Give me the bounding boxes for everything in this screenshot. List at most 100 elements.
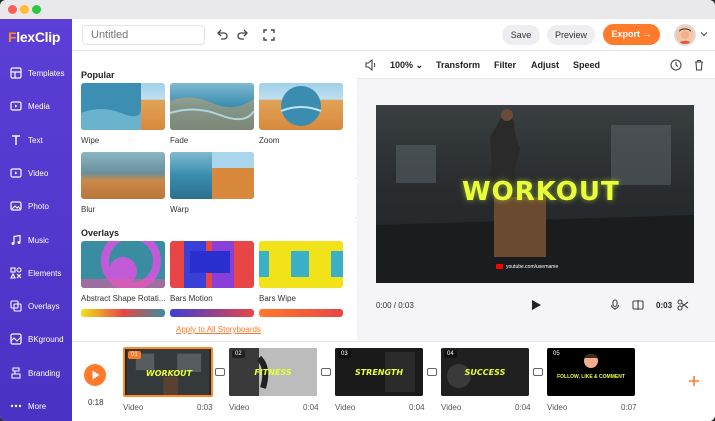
transition-thumb-blur[interactable] [81,152,165,199]
total-time: 0:18 [88,398,104,407]
sidebar-item-elements[interactable]: Elements [0,259,72,289]
transform-button[interactable]: Transform [436,60,480,70]
zoom-select[interactable]: 100% ⌄ [390,60,423,71]
storyboard-clip-05[interactable]: 05 FOLLOW, LIKE & COMMENT [547,348,635,396]
top-toolbar: Save Preview Export → [72,19,715,51]
transition-icon[interactable] [427,368,437,376]
storyboard-clip-04[interactable]: 04 SUCCESS [441,348,529,396]
fullscreen-icon[interactable] [262,28,276,42]
overlay-thumb-partial[interactable] [170,309,254,317]
transition-label: Fade [170,136,189,145]
storyboard-clip-02[interactable]: 02 FITNESS [229,348,317,396]
preview-button[interactable]: Preview [547,25,595,45]
close-window-button[interactable] [8,5,17,14]
overlay-thumb-partial[interactable] [259,309,343,317]
section-title-popular: Popular [81,70,115,80]
youtube-handle-text[interactable]: youtube.com/username [506,264,558,270]
clip-title: FOLLOW, LIKE & COMMENT [557,374,625,380]
transition-icon[interactable] [215,368,225,376]
adjust-button[interactable]: Adjust [531,60,559,70]
templates-icon [10,67,22,79]
clip-duration: 0:07 [621,403,637,412]
clip-title: SUCCESS [464,368,506,377]
sidebar-item-label: Music [28,236,49,245]
avatar[interactable] [674,24,696,46]
sidebar-item-label: Overlays [28,302,60,311]
elements-icon [10,267,22,279]
overlay-thumb-bars-wipe[interactable] [259,241,343,288]
clip-number: 05 [550,350,563,358]
sidebar-item-media[interactable]: Media [0,92,72,122]
clip-duration: 0:04 [515,403,531,412]
video-canvas[interactable]: WORKOUT youtube.com/username [376,105,694,283]
playback-time: 0:00 / 0:03 [376,301,414,310]
sidebar-item-music[interactable]: Music [0,226,72,256]
save-button[interactable]: Save [502,25,540,45]
clip-type: Video [123,403,144,412]
clip-duration: 0:03 [656,301,673,310]
sidebar-item-label: BKground [28,335,64,344]
scissors-icon[interactable] [677,299,689,311]
redo-icon[interactable] [236,28,250,42]
clip-type: Video [547,403,568,412]
split-icon[interactable] [632,299,644,311]
clip-type: Video [229,403,250,412]
sidebar-item-photo[interactable]: Photo [0,192,72,222]
storyboard-clip-03[interactable]: 03 STRENGTH [335,348,423,396]
chevron-down-icon[interactable] [700,30,708,38]
transition-icon[interactable] [533,368,543,376]
sidebar-item-more[interactable]: More [0,392,72,421]
microphone-icon[interactable] [609,299,621,311]
overlay-thumb-abstract-shape[interactable] [81,241,165,288]
trash-icon[interactable] [693,59,705,71]
timeline-play-button[interactable] [84,364,106,386]
sidebar-item-label: Text [28,136,43,145]
sidebar-item-text[interactable]: Text [0,126,72,156]
volume-icon[interactable] [365,59,377,71]
transition-thumb-wipe[interactable] [81,83,165,130]
storyboard-clip-01[interactable]: 01 WORKOUT [123,347,213,397]
export-button[interactable]: Export → [603,24,660,45]
speed-button[interactable]: Speed [573,60,600,70]
clip-duration: 0:04 [303,403,319,412]
sidebar-item-overlays[interactable]: Overlays [0,292,72,322]
apply-to-all-link[interactable]: Apply to All Storyboards [176,325,261,334]
overlay-thumb-partial[interactable] [81,309,165,317]
preview-toolbar: 100% ⌄ Transform Filter Adjust Speed [357,51,715,79]
sidebar-item-label: Elements [28,269,62,278]
app-logo[interactable]: FlexClip [8,29,60,45]
more-icon [10,400,22,412]
undo-icon[interactable] [215,28,229,42]
play-icon[interactable] [530,299,542,311]
transition-icon[interactable] [321,368,331,376]
clip-number: 01 [128,351,141,359]
section-title-overlays: Overlays [81,228,120,238]
clip-number: 02 [232,350,245,358]
sidebar-item-bkground[interactable]: BKground [0,325,72,355]
filter-button[interactable]: Filter [494,60,516,70]
clip-number: 03 [338,350,351,358]
sidebar-item-label: Photo [28,202,49,211]
transition-label: Wipe [81,136,100,145]
project-title-input[interactable] [82,25,205,45]
overlay-label: Abstract Shape Rotati... [81,294,166,303]
minimize-window-button[interactable] [20,5,29,14]
app-window: FlexClip Templates Media Text Video Phot… [0,0,715,421]
background-icon [10,333,22,345]
add-clip-icon[interactable] [687,374,701,388]
music-icon [10,234,22,246]
preview-area: WORKOUT youtube.com/username 0:00 / 0:03… [357,79,715,341]
sidebar-item-video[interactable]: Video [0,159,72,189]
clock-icon[interactable] [670,59,682,71]
transition-thumb-fade[interactable] [170,83,254,130]
maximize-window-button[interactable] [32,5,41,14]
transition-thumb-warp[interactable] [170,152,254,199]
video-icon [10,167,22,179]
sidebar-item-templates[interactable]: Templates [0,59,72,89]
video-title-text[interactable]: WORKOUT [462,177,620,207]
text-icon [10,134,22,146]
sidebar-item-branding[interactable]: Branding [0,359,72,389]
transition-thumb-zoom[interactable] [259,83,343,130]
clip-title: FITNESS [254,368,292,377]
overlay-thumb-bars-motion[interactable] [170,241,254,288]
